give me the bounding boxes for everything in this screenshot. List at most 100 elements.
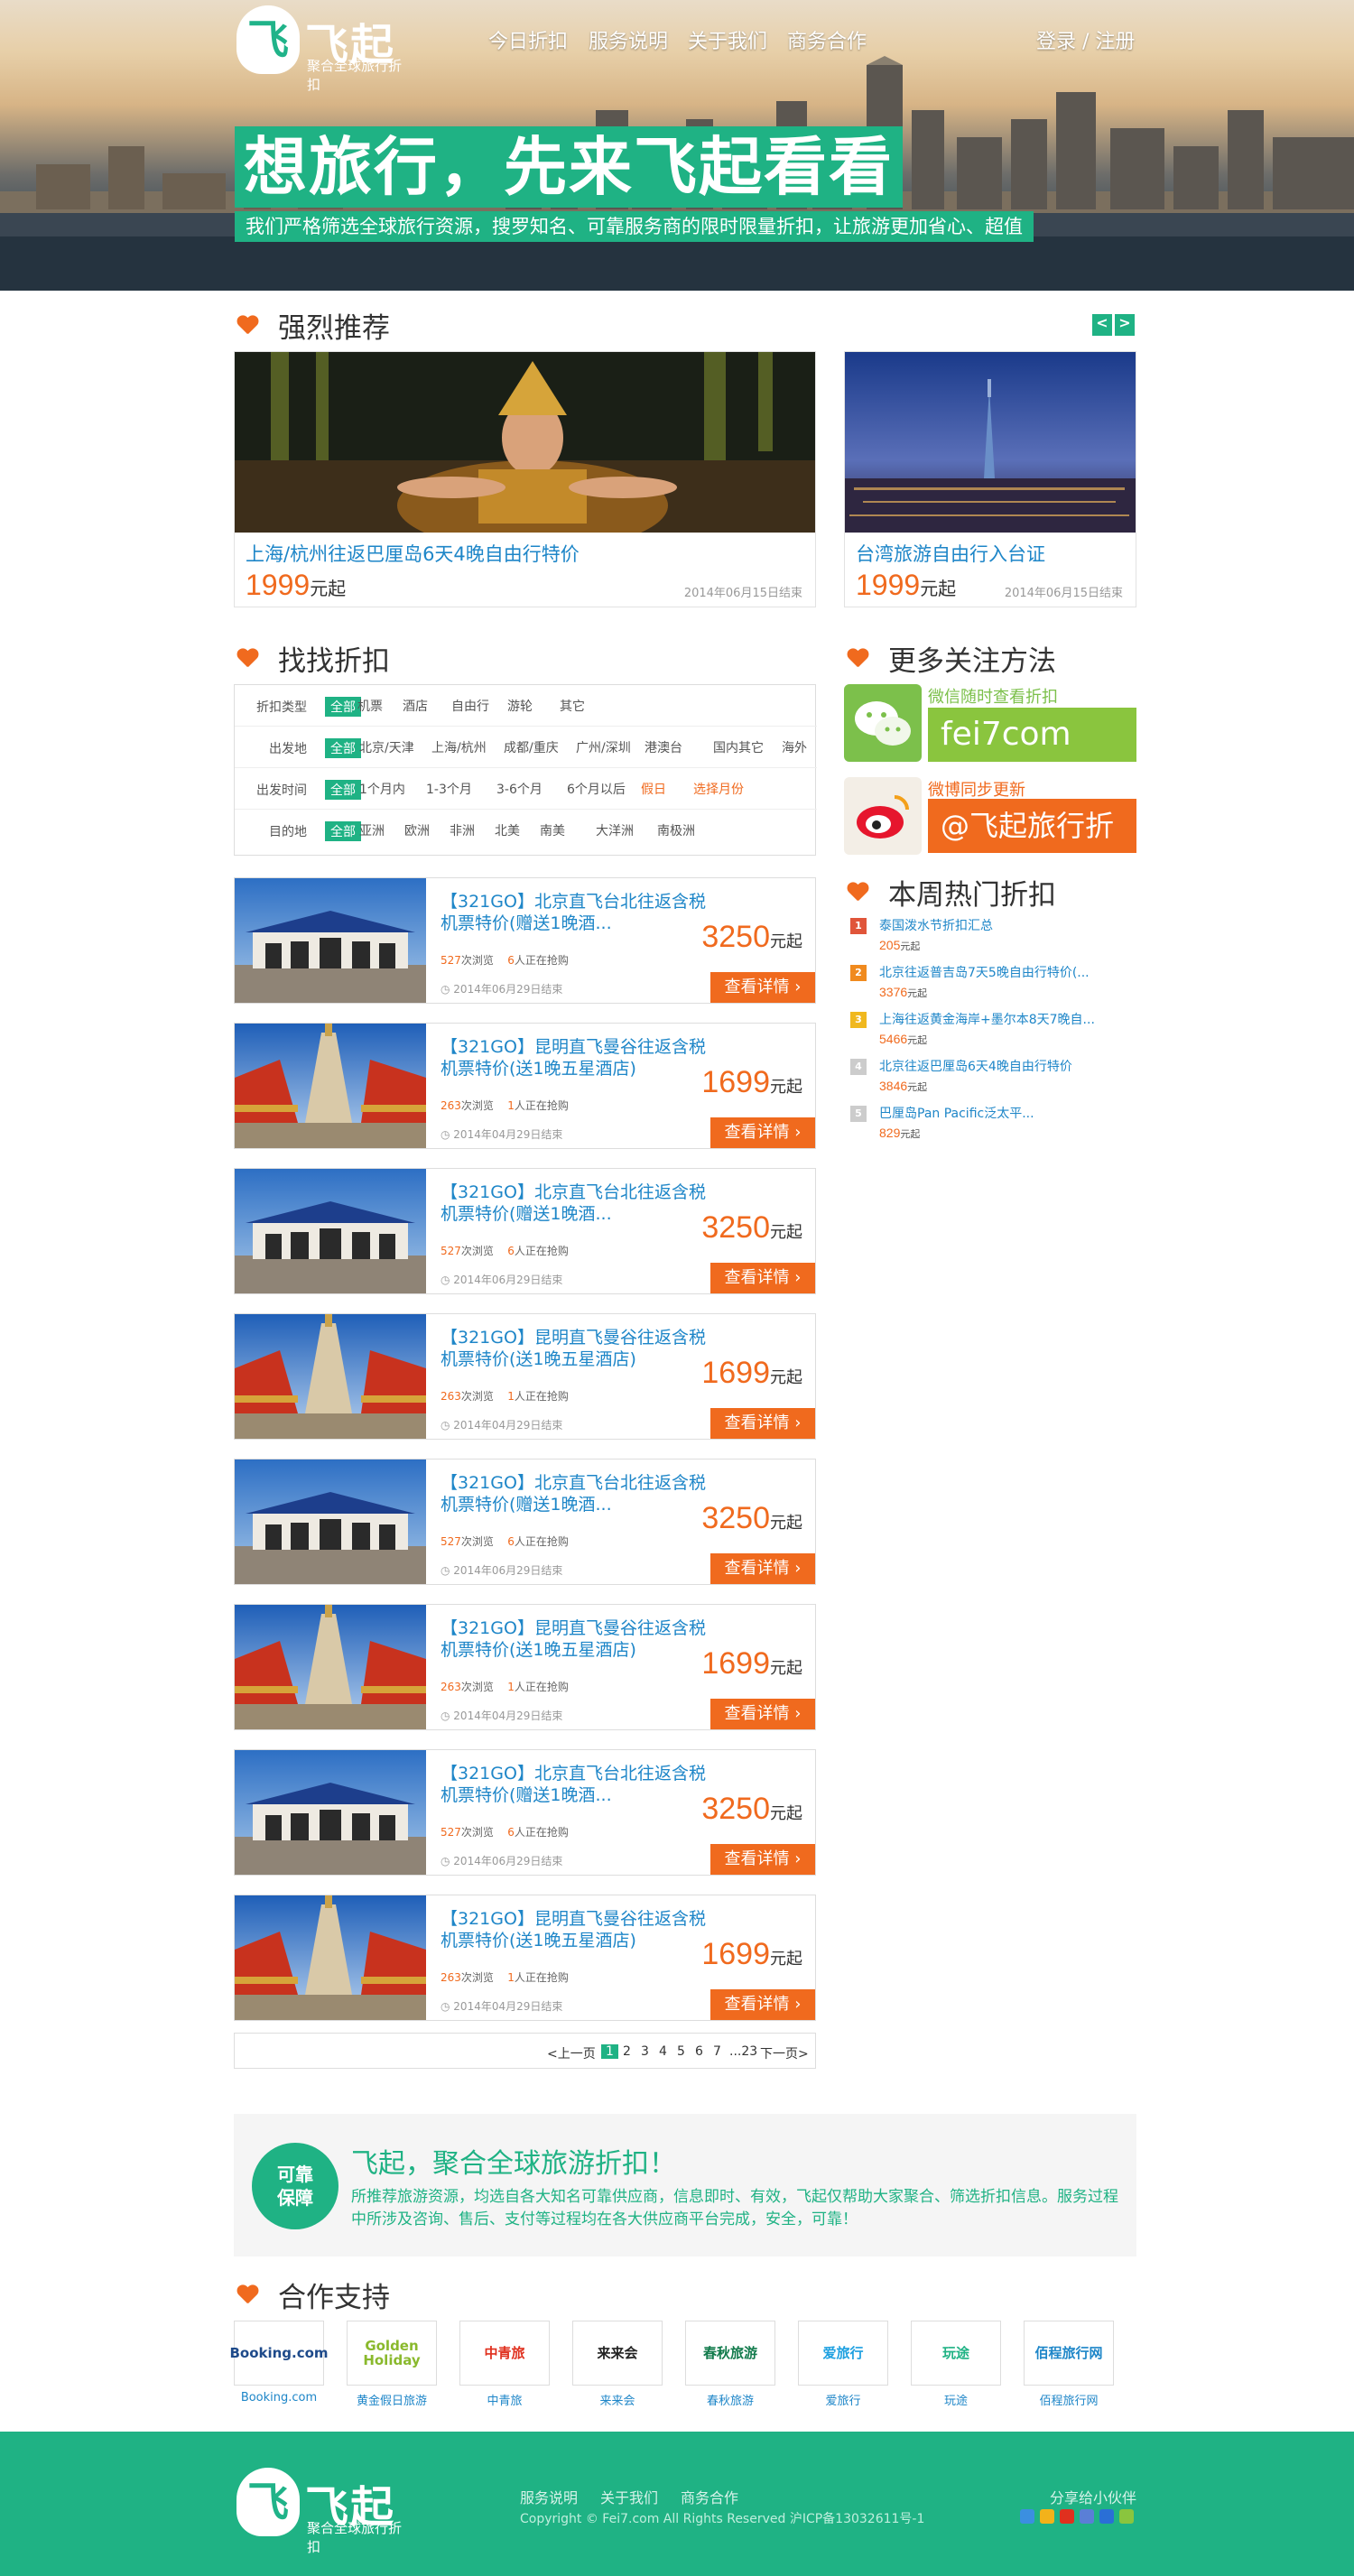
filter-option[interactable]: 国内其它 <box>713 738 764 756</box>
hot-item-title[interactable]: 北京往返巴厘岛6天4晚自由行特价 <box>879 1057 1072 1075</box>
partner-item[interactable]: 来来会 来来会 <box>572 2321 666 2408</box>
site-logo[interactable]: 飞 飞起 聚合全球旅行折扣 <box>236 5 408 93</box>
nav-business[interactable]: 商务合作 <box>787 25 867 54</box>
filter-option[interactable]: 1个月内 <box>359 780 405 798</box>
pager-page[interactable]: 3 <box>641 2044 649 2059</box>
filter-option[interactable]: 广州/深圳 <box>576 738 631 756</box>
filter-option[interactable]: 成都/重庆 <box>504 738 559 756</box>
deal-card[interactable]: 【321GO】北京直飞台北往返含税机票特价(赠送1晚酒... 527次浏览 6人正… <box>234 1749 816 1876</box>
deal-title[interactable]: 【321GO】北京直飞台北往返含税机票特价(赠送1晚酒... <box>441 1763 711 1806</box>
filter-option[interactable]: 亚洲 <box>359 821 385 839</box>
pager-prev[interactable]: <上一页 <box>547 2044 596 2062</box>
partner-item[interactable]: 爱旅行 爱旅行 <box>798 2321 892 2408</box>
footer-link-service[interactable]: 服务说明 <box>520 2486 578 2507</box>
filter-option[interactable]: 3-6个月 <box>496 780 543 798</box>
pager-page[interactable]: 2 <box>623 2044 631 2059</box>
deal-title[interactable]: 【321GO】北京直飞台北往返含税机票特价(赠送1晚酒... <box>441 891 711 934</box>
partner-logo[interactable]: 玩途 <box>911 2321 1001 2386</box>
partner-logo[interactable]: 中青旅 <box>459 2321 550 2386</box>
hot-item-title[interactable]: 巴厘岛Pan Pacific泛太平... <box>879 1104 1034 1122</box>
deal-title[interactable]: 【321GO】昆明直飞曼谷往返含税机票特价(送1晚五星酒店) <box>441 1327 711 1370</box>
pager-page[interactable]: 5 <box>677 2044 685 2059</box>
filter-option[interactable]: 非洲 <box>450 821 475 839</box>
filter-option[interactable]: 南美 <box>540 821 565 839</box>
view-details-button[interactable]: 查看详情 › <box>710 1408 815 1439</box>
deal-card[interactable]: 【321GO】昆明直飞曼谷往返含税机票特价(送1晚五星酒店) 263次浏览 1人正… <box>234 1023 816 1149</box>
partner-name[interactable]: 来来会 <box>572 2391 663 2408</box>
filter-option[interactable]: 6个月以后 <box>567 780 626 798</box>
filter-option[interactable]: 游轮 <box>507 697 533 715</box>
partner-name[interactable]: Booking.com <box>234 2391 324 2405</box>
partner-logo[interactable]: 春秋旅游 <box>685 2321 775 2386</box>
hot-item[interactable]: 1 泰国泼水节折扣汇总 205元起 <box>850 916 1148 958</box>
share-icon[interactable] <box>1099 2509 1114 2524</box>
hot-item[interactable]: 2 北京往返普吉岛7天5晚自由行特价(... 3376元起 <box>850 963 1148 1005</box>
weibo-icon[interactable] <box>844 777 922 855</box>
deal-title[interactable]: 【321GO】昆明直飞曼谷往返含税机票特价(送1晚五星酒店) <box>441 1617 711 1661</box>
view-details-button[interactable]: 查看详情 › <box>710 972 815 1003</box>
deal-card[interactable]: 【321GO】北京直飞台北往返含税机票特价(赠送1晚酒... 527次浏览 6人正… <box>234 1168 816 1294</box>
partner-logo[interactable]: Golden Holiday <box>347 2321 437 2386</box>
deal-title[interactable]: 【321GO】北京直飞台北往返含税机票特价(赠送1晚酒... <box>441 1472 711 1515</box>
deal-card[interactable]: 【321GO】北京直飞台北往返含税机票特价(赠送1晚酒... 527次浏览 6人正… <box>234 1459 816 1585</box>
nav-about[interactable]: 关于我们 <box>688 25 767 54</box>
partner-name[interactable]: 中青旅 <box>459 2391 550 2408</box>
pager-page[interactable]: 6 <box>695 2044 703 2059</box>
deal-card[interactable]: 【321GO】昆明直飞曼谷往返含税机票特价(送1晚五星酒店) 263次浏览 1人正… <box>234 1604 816 1730</box>
filter-option[interactable]: 全部 <box>325 780 361 800</box>
weibo-id-box[interactable]: @飞起旅行折扣 <box>928 799 1136 897</box>
view-details-button[interactable]: 查看详情 › <box>710 1699 815 1729</box>
view-details-button[interactable]: 查看详情 › <box>710 1553 815 1584</box>
hot-item[interactable]: 4 北京往返巴厘岛6天4晚自由行特价 3846元起 <box>850 1057 1148 1098</box>
filter-option[interactable]: 假日 <box>641 780 666 798</box>
share-icon[interactable] <box>1060 2509 1074 2524</box>
filter-option[interactable]: 全部 <box>325 738 361 758</box>
share-icon[interactable] <box>1119 2509 1134 2524</box>
partner-item[interactable]: 佰程旅行网 佰程旅行网 <box>1024 2321 1118 2408</box>
share-icon[interactable] <box>1080 2509 1094 2524</box>
pager-page[interactable]: ...23 <box>729 2044 757 2059</box>
partner-logo[interactable]: 来来会 <box>572 2321 663 2386</box>
filter-option[interactable]: 其它 <box>560 697 585 715</box>
deal-title[interactable]: 【321GO】北京直飞台北往返含税机票特价(赠送1晚酒... <box>441 1181 711 1225</box>
filter-option[interactable]: 酒店 <box>403 697 428 715</box>
hot-item[interactable]: 5 巴厘岛Pan Pacific泛太平... 829元起 <box>850 1104 1148 1145</box>
filter-option[interactable]: 自由行 <box>451 697 489 715</box>
partner-name[interactable]: 佰程旅行网 <box>1024 2391 1114 2408</box>
view-details-button[interactable]: 查看详情 › <box>710 1117 815 1148</box>
partner-name[interactable]: 爱旅行 <box>798 2391 888 2408</box>
partner-logo[interactable]: 佰程旅行网 <box>1024 2321 1114 2386</box>
deal-title[interactable]: 【321GO】昆明直飞曼谷往返含税机票特价(送1晚五星酒店) <box>441 1036 711 1080</box>
partner-item[interactable]: 玩途 玩途 <box>911 2321 1005 2408</box>
partner-item[interactable]: Booking.com Booking.com <box>229 2321 329 2405</box>
filter-option[interactable]: 大洋洲 <box>596 821 634 839</box>
recommend-card-bali[interactable]: 上海/杭州往返巴厘岛6天4晚自由行特价 1999元起 2014年06月15日结束 <box>234 351 816 607</box>
pager-page[interactable]: 4 <box>659 2044 667 2059</box>
hot-item[interactable]: 3 上海往返黄金海岸+墨尔本8天7晚自... 5466元起 <box>850 1010 1148 1052</box>
hot-item-title[interactable]: 上海往返黄金海岸+墨尔本8天7晚自... <box>879 1010 1095 1028</box>
filter-option[interactable]: 欧洲 <box>404 821 430 839</box>
carousel-prev-button[interactable]: < <box>1092 314 1112 336</box>
share-icon[interactable] <box>1040 2509 1054 2524</box>
carousel-next-button[interactable]: > <box>1115 314 1135 336</box>
partner-item[interactable]: 春秋旅游 春秋旅游 <box>685 2321 779 2408</box>
filter-option[interactable]: 1-3个月 <box>426 780 472 798</box>
login-register-link[interactable]: 登录 / 注册 <box>1036 25 1135 54</box>
deal-card[interactable]: 【321GO】昆明直飞曼谷往返含税机票特价(送1晚五星酒店) 263次浏览 1人正… <box>234 1895 816 2021</box>
filter-option[interactable]: 上海/杭州 <box>431 738 487 756</box>
wechat-icon[interactable] <box>844 684 922 762</box>
filter-option[interactable]: 北美 <box>495 821 520 839</box>
partner-name[interactable]: 玩途 <box>911 2391 1001 2408</box>
nav-today-deals[interactable]: 今日折扣 <box>488 25 568 54</box>
view-details-button[interactable]: 查看详情 › <box>710 1989 815 2020</box>
filter-option[interactable]: 全部 <box>325 697 361 717</box>
deal-card[interactable]: 【321GO】昆明直飞曼谷往返含税机票特价(送1晚五星酒店) 263次浏览 1人正… <box>234 1313 816 1440</box>
filter-option[interactable]: 全部 <box>325 821 361 841</box>
pager-page[interactable]: 1 <box>601 2044 618 2059</box>
pager-next[interactable]: 下一页> <box>760 2044 809 2062</box>
nav-service[interactable]: 服务说明 <box>589 25 668 54</box>
partner-logo[interactable]: 爱旅行 <box>798 2321 888 2386</box>
filter-option[interactable]: 海外 <box>782 738 807 756</box>
deal-card[interactable]: 【321GO】北京直飞台北往返含税机票特价(赠送1晚酒... 527次浏览 6人正… <box>234 877 816 1004</box>
partner-logo[interactable]: Booking.com <box>229 2321 329 2386</box>
